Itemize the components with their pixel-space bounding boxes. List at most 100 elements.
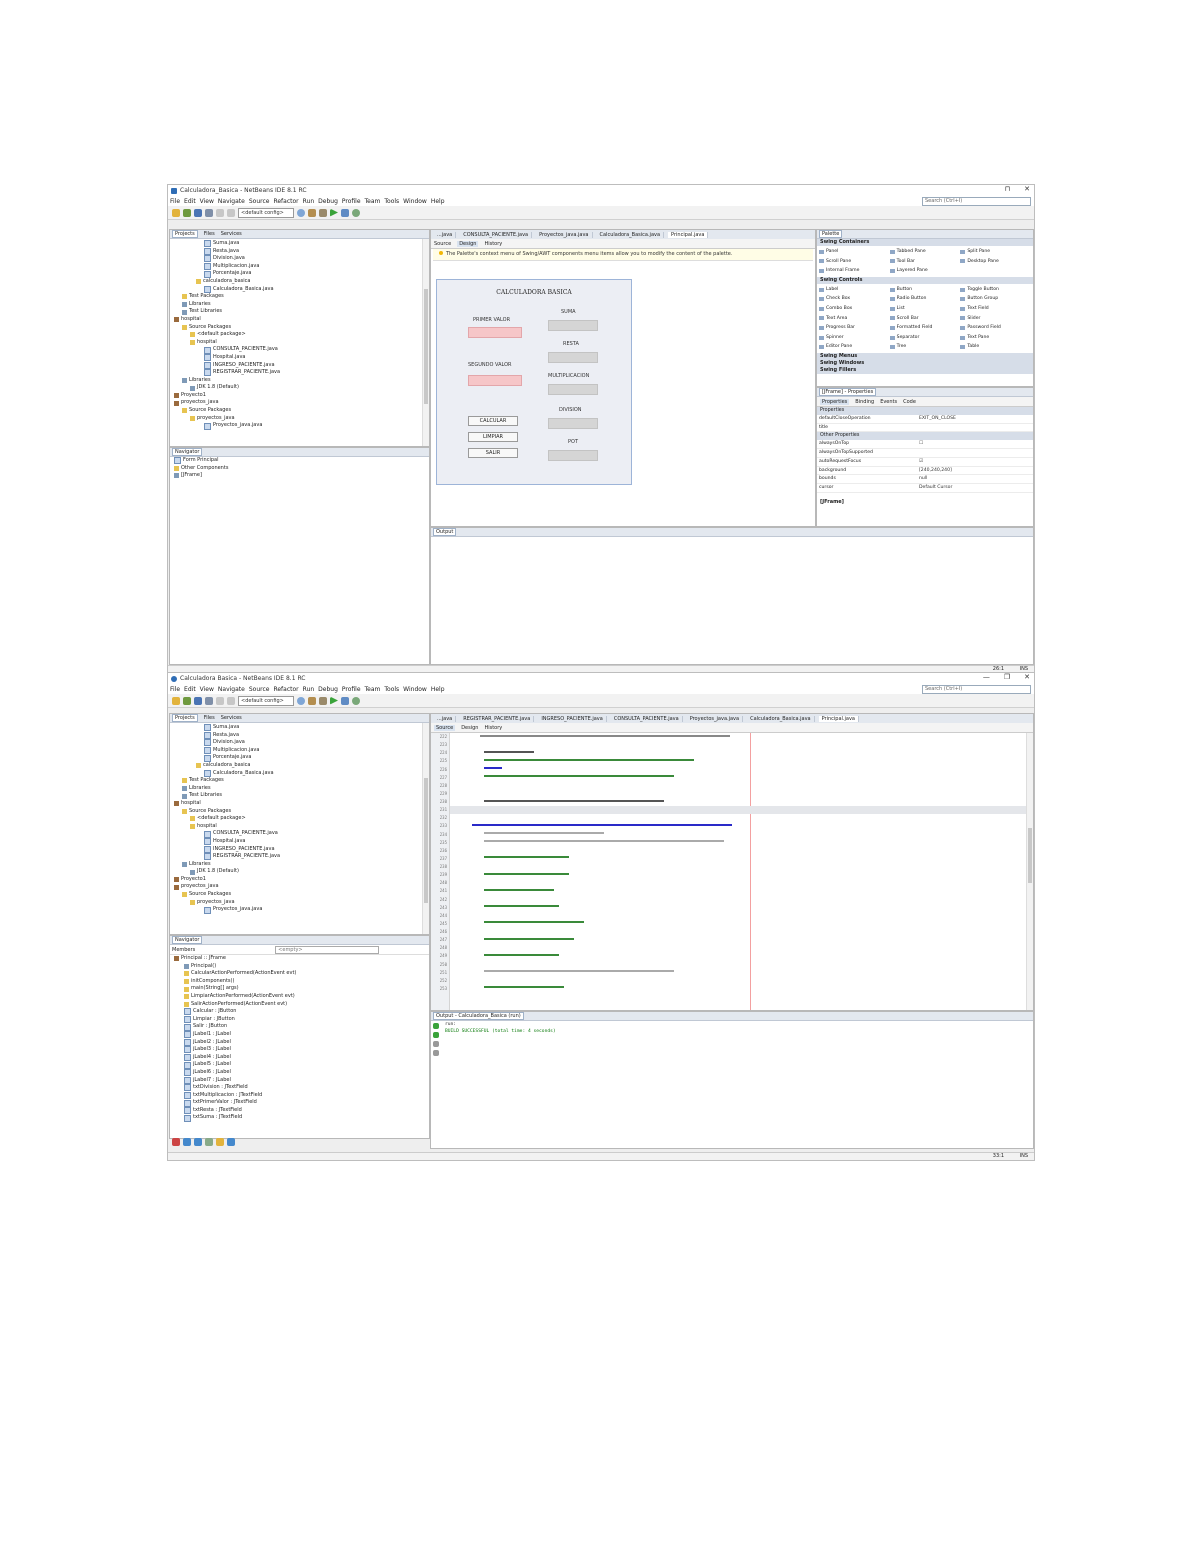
menu-run[interactable]: Run: [303, 198, 315, 205]
clean-build-icon[interactable]: [319, 696, 327, 705]
palette-item[interactable]: Scroll Pane: [819, 257, 890, 267]
tree-item[interactable]: Resta.java: [170, 248, 429, 256]
nav-item[interactable]: txtMultiplicacion : JTextField: [170, 1092, 429, 1100]
tab-source[interactable]: Source: [434, 241, 451, 247]
tree-item[interactable]: Division.java: [170, 739, 429, 747]
palette-item[interactable]: Formatted Field: [889, 323, 961, 333]
nav-item[interactable]: Principal :: JFrame: [170, 955, 429, 963]
division-field[interactable]: [548, 418, 598, 429]
editor-tab[interactable]: ...java: [434, 231, 457, 238]
palette-item[interactable]: Combo Box: [819, 304, 890, 314]
tree-item[interactable]: calculadora_basica: [170, 278, 429, 286]
build-hammer-icon[interactable]: [308, 208, 316, 217]
nav-item[interactable]: SalirActionPerformed(ActionEvent evt): [170, 1001, 429, 1009]
tab-palette[interactable]: Palette: [819, 230, 843, 238]
menu-file[interactable]: File: [170, 686, 180, 693]
palette-item[interactable]: Editor Pane: [819, 342, 890, 352]
tree-item[interactable]: Multiplicacion.java: [170, 747, 429, 755]
tab-navigator[interactable]: Navigator: [172, 936, 203, 944]
editor-scrollbar[interactable]: [1026, 733, 1033, 1010]
menu-refactor[interactable]: Refactor: [273, 686, 298, 693]
properties-section[interactable]: Other Properties: [817, 432, 1033, 441]
editor-tab[interactable]: Proyectos_java.java: [536, 231, 593, 238]
editor-tab[interactable]: INGRESO_PACIENTE.java: [538, 715, 607, 722]
tree-item[interactable]: Proyecto1: [170, 392, 429, 400]
menu-debug[interactable]: Debug: [318, 198, 338, 205]
tree-item[interactable]: REGISTRAR_PACIENTE.java: [170, 369, 429, 377]
tab-design[interactable]: Design: [457, 240, 479, 247]
menu-source[interactable]: Source: [249, 198, 270, 205]
palette-item[interactable]: Text Area: [819, 314, 890, 324]
undo-icon[interactable]: [216, 208, 224, 217]
nav-item[interactable]: Calcular : JButton: [170, 1008, 429, 1016]
rerun-icon[interactable]: [433, 1023, 439, 1029]
new-project-icon[interactable]: [172, 696, 180, 705]
gear-icon[interactable]: [297, 208, 305, 217]
tree-item[interactable]: Porcentaje.java: [170, 270, 429, 278]
tree-item[interactable]: Resta.java: [170, 732, 429, 740]
suma-field[interactable]: [548, 320, 598, 331]
resta-field[interactable]: [548, 352, 598, 363]
tree-item[interactable]: hospital: [170, 823, 429, 831]
tree-item[interactable]: proyectos_java: [170, 883, 429, 891]
tree-item[interactable]: CONSULTA_PACIENTE.java: [170, 830, 429, 838]
tab-navigator[interactable]: Navigator: [172, 448, 203, 456]
tab-binding[interactable]: Binding: [855, 399, 874, 405]
palette-item[interactable]: Table: [960, 342, 1031, 352]
tab-history[interactable]: History: [484, 241, 502, 247]
profile-icon[interactable]: [352, 208, 360, 217]
tree-item[interactable]: proyectos_java: [170, 415, 429, 423]
menu-help[interactable]: Help: [431, 198, 445, 205]
run-play-icon[interactable]: [330, 208, 338, 217]
tree-item[interactable]: Source Packages: [170, 324, 429, 332]
debug-icon[interactable]: [341, 208, 349, 217]
nav-item[interactable]: main(String[] args): [170, 985, 429, 993]
tab-code[interactable]: Code: [903, 399, 916, 405]
filter-icon[interactable]: [183, 1138, 191, 1146]
menu-profile[interactable]: Profile: [342, 198, 361, 205]
menu-navigate[interactable]: Navigate: [218, 198, 245, 205]
tree-item[interactable]: Suma.java: [170, 240, 429, 248]
code-editor[interactable]: 222 223 224 225 226 227 228 229 230 231 232 23…: [431, 733, 1026, 1010]
editor-tab-active[interactable]: Principal.java: [818, 715, 859, 722]
tab-events[interactable]: Events: [880, 399, 897, 405]
property-row[interactable]: background [240,240,240]: [817, 467, 1033, 476]
tree-item[interactable]: Proyectos_java.java: [170, 906, 429, 914]
tab-projects[interactable]: Projects: [172, 230, 198, 238]
tree-item[interactable]: hospital: [170, 800, 429, 808]
palette-item[interactable]: Split Pane: [960, 247, 1031, 257]
editor-tab[interactable]: CONSULTA_PACIENTE.java: [611, 715, 683, 722]
nav-item[interactable]: LimpiarActionPerformed(ActionEvent evt): [170, 993, 429, 1001]
menu-team[interactable]: Team: [365, 686, 381, 693]
palette-item[interactable]: Password Field: [960, 323, 1031, 333]
palette-item[interactable]: Toggle Button: [960, 285, 1031, 295]
config-select[interactable]: <default config>: [238, 695, 294, 706]
filter-icon[interactable]: [194, 1138, 202, 1146]
property-row[interactable]: autoRequestFocus ☑: [817, 458, 1033, 467]
tree-item[interactable]: Hospital.java: [170, 838, 429, 846]
palette-item[interactable]: List: [889, 304, 961, 314]
tree-item[interactable]: hospital: [170, 316, 429, 324]
tab-services[interactable]: Services: [221, 231, 242, 237]
open-project-icon[interactable]: [194, 696, 202, 705]
tab-properties[interactable]: [JFrame] - Properties: [819, 388, 877, 396]
debug-icon[interactable]: [341, 696, 349, 705]
restore-button[interactable]: ❐: [1004, 673, 1010, 681]
calcular-button[interactable]: CALCULAR: [468, 416, 518, 426]
members-filter[interactable]: <empty>: [275, 945, 380, 954]
nav-item[interactable]: txtSuma : JTextField: [170, 1114, 429, 1122]
tree-scrollbar[interactable]: [422, 723, 429, 934]
build-hammer-icon[interactable]: [308, 696, 316, 705]
menu-navigate[interactable]: Navigate: [218, 686, 245, 693]
palette-section[interactable]: Swing Menus: [817, 352, 1033, 360]
clean-build-icon[interactable]: [319, 208, 327, 217]
palette-item[interactable]: Tree: [889, 342, 961, 352]
redo-icon[interactable]: [227, 208, 235, 217]
tree-item[interactable]: Source Packages: [170, 407, 429, 415]
nav-item[interactable]: Salir : JButton: [170, 1023, 429, 1031]
menu-source[interactable]: Source: [249, 686, 270, 693]
nav-item[interactable]: jLabel2 : JLabel: [170, 1039, 429, 1047]
run-play-icon[interactable]: [330, 696, 338, 705]
properties-section[interactable]: Properties: [817, 407, 1033, 415]
save-all-icon[interactable]: [205, 696, 213, 705]
